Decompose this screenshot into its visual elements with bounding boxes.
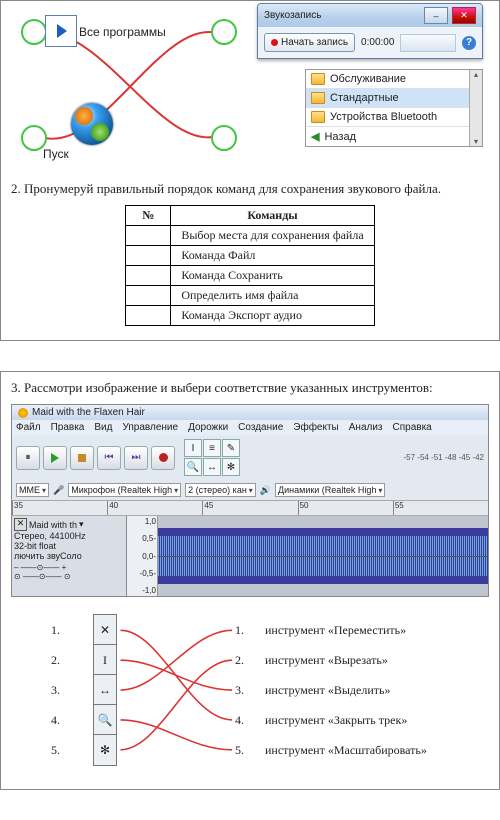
start-record-label: Начать запись bbox=[281, 37, 348, 48]
device-toolbar: MME 🎤 Микрофон (Realtek High 2 (стерео) … bbox=[12, 480, 488, 500]
pause-button[interactable]: ⏸ bbox=[16, 446, 40, 470]
sound-recorder-title: Звукозапись bbox=[264, 10, 321, 21]
col-cmd: Команды bbox=[171, 206, 374, 226]
col-num: № bbox=[126, 206, 171, 226]
task2-question: 2. Пронумеруй правильный порядок команд … bbox=[11, 181, 489, 197]
draw-tool-icon[interactable]: ✎ bbox=[222, 439, 240, 457]
skip-end-button[interactable] bbox=[124, 446, 148, 470]
cmd-cell: Команда Экспорт аудио bbox=[171, 306, 374, 326]
timeshift-tool-icon: ↔ bbox=[93, 674, 117, 706]
record-level-bar bbox=[400, 34, 456, 52]
num-cell[interactable] bbox=[126, 286, 171, 306]
nav-item[interactable]: Устройства Bluetooth bbox=[306, 108, 469, 127]
start-record-button[interactable]: Начать запись bbox=[264, 33, 355, 52]
cmd-cell: Определить имя файла bbox=[171, 286, 374, 306]
tool-names-column: инструмент «Переместить»инструмент «Выре… bbox=[265, 615, 427, 765]
help-icon[interactable]: ? bbox=[462, 36, 476, 50]
tool-icons-column: ✕ I ↔ 🔍 ✻ bbox=[93, 615, 117, 765]
num-cell[interactable] bbox=[126, 246, 171, 266]
play-button[interactable] bbox=[43, 446, 67, 470]
back-arrow-icon: ◀ bbox=[311, 130, 319, 143]
folder-icon bbox=[311, 111, 325, 123]
selection-tool-icon[interactable]: I bbox=[184, 439, 202, 457]
audio-track: ✕Maid with th▾ Стерео, 44100Hz 32-bit fl… bbox=[12, 516, 488, 596]
track-close-icon[interactable]: ✕ bbox=[14, 518, 27, 531]
num-cell[interactable] bbox=[126, 306, 171, 326]
skip-start-button[interactable] bbox=[97, 446, 121, 470]
record-button[interactable] bbox=[151, 446, 175, 470]
channels-select[interactable]: 2 (стерео) кан bbox=[185, 483, 256, 497]
tool-matching: 1.2.3.4.5. ✕ I ↔ 🔍 ✻ 1.2.3.4.5. инструме… bbox=[11, 615, 489, 775]
host-select[interactable]: MME bbox=[16, 483, 49, 497]
output-select[interactable]: Динамики (Realtek High bbox=[275, 483, 385, 497]
left-numbers: 1.2.3.4.5. bbox=[51, 615, 60, 765]
start-label: Пуск bbox=[43, 147, 69, 161]
audacity-title: Maid with the Flaxen Hair bbox=[32, 407, 145, 418]
db-meter-ticks: -57 -54 -51 -48 -45 -42 bbox=[404, 453, 485, 462]
num-cell[interactable] bbox=[126, 226, 171, 246]
programs-nav-list: Обслуживание Стандартные Устройства Blue… bbox=[305, 69, 483, 147]
scrollbar[interactable]: ▴▾ bbox=[469, 70, 482, 146]
envelope-tool-icon[interactable]: ≡ bbox=[203, 439, 221, 457]
all-programs-label: Все программы bbox=[79, 25, 166, 39]
cmd-cell: Команда Файл bbox=[171, 246, 374, 266]
start-orb-icon bbox=[71, 103, 113, 145]
nav-back[interactable]: ◀Назад bbox=[306, 127, 469, 146]
folder-icon bbox=[311, 92, 325, 104]
audacity-toolbar: ⏸ I ≡ ✎ 🔍 ↔ ✻ -57 -54 -51 -48 -45 -42 bbox=[12, 435, 488, 480]
minimize-button[interactable]: – bbox=[424, 7, 448, 24]
commands-table: №Команды Выбор места для сохранения файл… bbox=[125, 205, 374, 326]
mic-select[interactable]: Микрофон (Realtek High bbox=[68, 483, 181, 497]
close-track-tool-icon: ✕ bbox=[93, 614, 117, 646]
task1-diagram: Все программы Пуск Звукозапись – ✕ Начат… bbox=[11, 7, 489, 167]
close-button[interactable]: ✕ bbox=[452, 7, 476, 24]
multi-tool-icon[interactable]: ✻ bbox=[222, 458, 240, 476]
record-dot-icon bbox=[271, 39, 278, 46]
all-programs-icon bbox=[45, 15, 77, 47]
speaker-icon: 🔊 bbox=[260, 485, 271, 496]
cmd-cell: Выбор места для сохранения файла bbox=[171, 226, 374, 246]
node-topright bbox=[211, 19, 237, 45]
track-header[interactable]: ✕Maid with th▾ Стерео, 44100Hz 32-bit fl… bbox=[12, 516, 127, 596]
nav-item[interactable]: Обслуживание bbox=[306, 70, 469, 89]
timeshift-tool-icon[interactable]: ↔ bbox=[203, 458, 221, 476]
audacity-app-icon bbox=[18, 408, 28, 418]
stop-button[interactable] bbox=[70, 446, 94, 470]
cmd-cell: Команда Сохранить bbox=[171, 266, 374, 286]
right-numbers: 1.2.3.4.5. bbox=[235, 615, 244, 765]
multi-tool-icon: ✻ bbox=[93, 734, 117, 766]
gain-pan-sliders[interactable]: – ——⊙—— +⊙ ——⊙—— ⊙ bbox=[14, 561, 124, 581]
zoom-tool-icon[interactable]: 🔍 bbox=[184, 458, 202, 476]
audacity-menubar[interactable]: Файл Правка Вид Управление Дорожки Созда… bbox=[12, 420, 488, 435]
record-time: 0:00:00 bbox=[361, 37, 394, 48]
sound-recorder-window: Звукозапись – ✕ Начать запись 0:00:00 ? bbox=[257, 3, 483, 59]
node-topleft bbox=[21, 19, 47, 45]
timeline-ruler[interactable]: 3540455055 bbox=[12, 500, 488, 516]
nav-item[interactable]: Стандартные bbox=[306, 89, 469, 108]
selection-tool-icon: I bbox=[93, 644, 117, 676]
audacity-window: Maid with the Flaxen Hair Файл Правка Ви… bbox=[11, 404, 489, 597]
waveform-display[interactable] bbox=[158, 516, 488, 596]
amplitude-scale: 1,00,5-0,0--0,5--1,0 bbox=[127, 516, 158, 596]
node-bottomright bbox=[211, 125, 237, 151]
tool-palette: I ≡ ✎ 🔍 ↔ ✻ bbox=[184, 439, 240, 476]
num-cell[interactable] bbox=[126, 266, 171, 286]
mic-icon: 🎤 bbox=[53, 485, 64, 496]
task3-question: 3. Рассмотри изображение и выбери соотве… bbox=[11, 380, 489, 396]
folder-icon bbox=[311, 73, 325, 85]
zoom-tool-icon: 🔍 bbox=[93, 704, 117, 736]
